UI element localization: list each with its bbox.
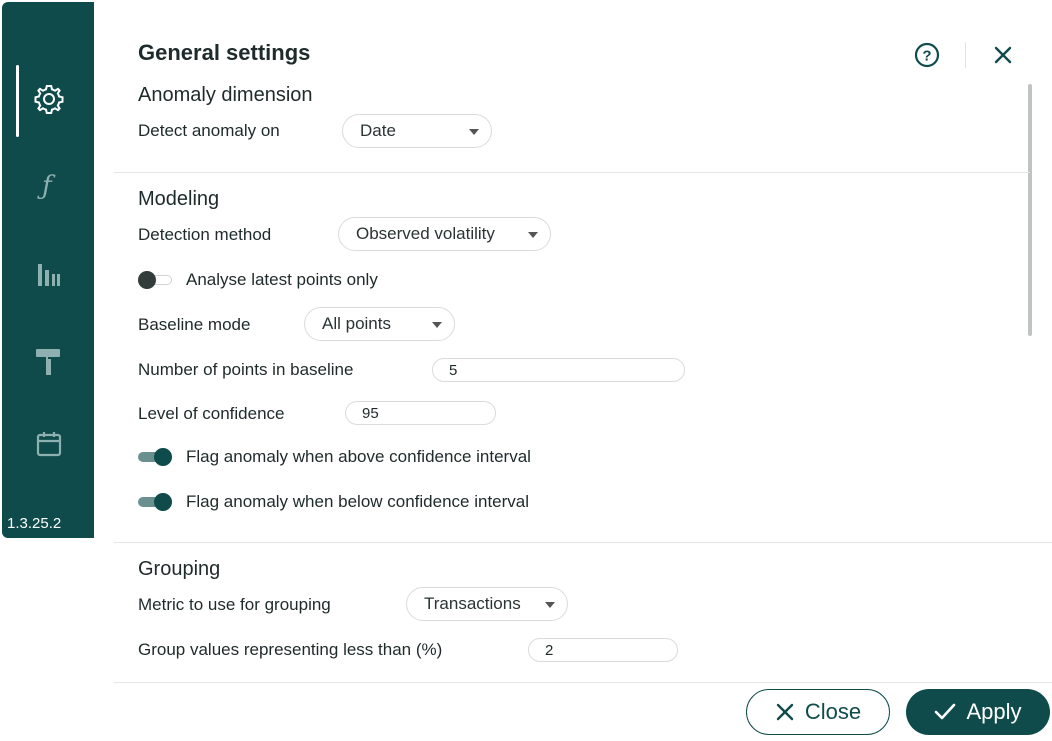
detection-method-value: Observed volatility [356,224,495,243]
sidebar-item-format[interactable] [32,345,66,379]
sidebar-item-charts[interactable] [32,258,66,292]
detect-anomaly-select[interactable]: Date [342,114,492,148]
latest-points-toggle[interactable] [138,270,172,290]
apply-button-label: Apply [966,699,1022,724]
detect-anomaly-label: Detect anomaly on [138,121,280,140]
chevron-down-icon [528,232,538,238]
points-in-baseline-input[interactable]: 5 [432,358,685,382]
detection-method-label: Detection method [138,225,272,244]
confidence-label: Level of confidence [138,404,285,423]
gear-icon [34,85,64,114]
close-icon[interactable] [992,44,1014,66]
help-circle-icon[interactable]: ? [914,42,940,68]
latest-points-label: Analyse latest points only [186,270,378,289]
sidebar-item-general-settings[interactable] [32,82,66,116]
points-in-baseline-label: Number of points in baseline [138,360,354,379]
baseline-mode-select[interactable]: All points [304,307,455,341]
bar-chart-icon [38,264,60,286]
svg-text:?: ? [922,48,931,65]
calendar-icon [36,432,62,457]
close-button[interactable]: Close [746,689,890,735]
flag-below-label: Flag anomaly when below confidence inter… [186,492,530,511]
detect-anomaly-value: Date [360,121,396,140]
version-label: 1.3.25.2 [7,515,62,532]
section-divider [114,172,1030,173]
svg-text:ƒ: ƒ [37,171,56,201]
section-divider [114,542,1052,543]
grouping-metric-value: Transactions [424,594,521,613]
close-icon [776,703,794,721]
baseline-mode-label: Baseline mode [138,315,251,334]
section-title-modeling: Modeling [138,188,220,210]
confidence-input[interactable]: 95 [345,401,496,425]
grouping-metric-select[interactable]: Transactions [406,587,568,621]
sidebar-item-functions[interactable]: ƒ [32,168,66,202]
section-title-grouping: Grouping [138,558,221,580]
paint-roller-icon [36,349,60,375]
detection-method-select[interactable]: Observed volatility [338,217,551,251]
chevron-down-icon [432,322,442,328]
chevron-down-icon [545,602,555,608]
sidebar-item-calendar[interactable] [32,427,66,461]
grouping-threshold-label: Group values representing less than (%) [138,640,443,659]
flag-below-toggle[interactable] [138,492,172,512]
footer-divider [114,682,1052,683]
scrollbar[interactable] [1028,84,1032,336]
flag-above-toggle[interactable] [138,447,172,467]
baseline-mode-value: All points [322,314,391,333]
function-icon: ƒ [37,171,56,201]
page-title: General settings [138,40,311,65]
close-button-label: Close [804,699,862,724]
apply-button[interactable]: Apply [906,689,1050,735]
flag-above-label: Flag anomaly when above confidence inter… [186,447,531,466]
sidebar-active-indicator [16,65,19,137]
settings-panel: General settings ? Anomaly dimension Det… [94,0,1052,741]
sidebar: ƒ 1.3.25.2 [2,2,94,538]
grouping-threshold-input[interactable]: 2 [528,638,678,662]
grouping-metric-label: Metric to use for grouping [138,595,331,614]
header-divider [965,42,966,68]
section-title-anomaly-dimension: Anomaly dimension [138,84,313,106]
check-icon [935,703,956,720]
chevron-down-icon [469,129,479,135]
